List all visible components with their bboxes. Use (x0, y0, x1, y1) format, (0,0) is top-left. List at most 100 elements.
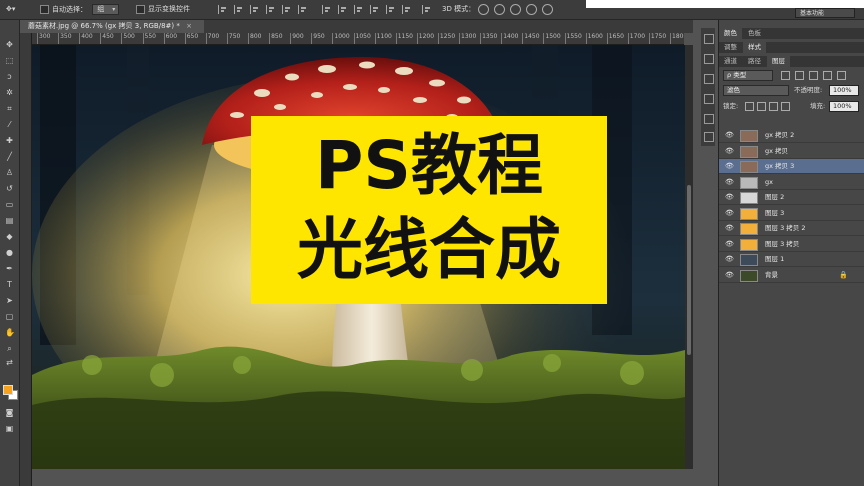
layer-row[interactable]: 👁 图层 3 拷贝 2 (719, 221, 864, 236)
quick-mask-icon[interactable]: ◙ (5, 408, 14, 417)
layer-row[interactable]: 👁 图层 3 (719, 206, 864, 221)
layer-thumbnail[interactable] (740, 130, 758, 142)
layer-thumbnail[interactable] (740, 269, 758, 282)
align-right-icon[interactable] (298, 5, 309, 14)
layer-thumbnail[interactable] (740, 254, 758, 266)
tab-color[interactable]: 颜色 (719, 28, 742, 39)
lock-all-icon[interactable] (781, 102, 790, 111)
lock-pixels-icon[interactable] (757, 102, 766, 111)
filter-adjustment-icon[interactable] (795, 71, 804, 80)
blur-icon[interactable]: ◆ (5, 232, 14, 241)
3d-roll-icon[interactable] (494, 4, 505, 15)
3d-panel-icon[interactable] (704, 132, 714, 142)
magic-wand-icon[interactable]: ✲ (5, 88, 14, 97)
auto-select-checkbox[interactable]: 自动选择： 组 (40, 4, 120, 15)
shape-icon[interactable]: ▢ (5, 312, 14, 321)
zoom-icon[interactable]: ⌕ (5, 344, 14, 353)
gradient-icon[interactable]: ▤ (5, 216, 14, 225)
tab-channels[interactable]: 通道 (719, 56, 742, 67)
layer-thumbnail[interactable] (740, 223, 758, 235)
layer-name[interactable]: 图层 1 (765, 252, 784, 267)
visibility-eye-icon[interactable]: 👁 (725, 132, 734, 139)
vertical-ruler[interactable] (20, 33, 32, 486)
character-panel-icon[interactable] (704, 74, 714, 84)
layer-name[interactable]: 背景 (765, 268, 778, 283)
layer-name[interactable]: 图层 3 (765, 206, 784, 221)
screen-mode-icon[interactable]: ▣ (5, 424, 14, 433)
layer-row[interactable]: 👁 图层 3 拷贝 (719, 237, 864, 252)
history-panel-icon[interactable] (704, 34, 714, 44)
auto-align-icon[interactable] (422, 5, 433, 14)
3d-pan-icon[interactable] (510, 4, 521, 15)
crop-icon[interactable]: ⌗ (5, 104, 14, 113)
tab-styles[interactable]: 样式 (743, 42, 766, 53)
layer-thumbnail[interactable] (740, 176, 758, 189)
dodge-icon[interactable]: ● (5, 248, 14, 257)
align-top-icon[interactable] (218, 5, 229, 14)
eyedropper-icon[interactable]: ⁄ (5, 120, 14, 129)
distribute-hcenter-icon[interactable] (386, 5, 397, 14)
filter-shape-icon[interactable] (823, 71, 832, 80)
align-vcenter-icon[interactable] (234, 5, 245, 14)
layer-name[interactable]: gx 拷贝 2 (765, 128, 794, 143)
eraser-icon[interactable]: ▭ (5, 200, 14, 209)
blend-mode-dropdown[interactable]: 滤色 (723, 85, 789, 96)
lock-position-icon[interactable] (769, 102, 778, 111)
tab-adjustments[interactable]: 调整 (719, 42, 742, 53)
marquee-icon[interactable]: ⬚ (5, 56, 14, 65)
distribute-right-icon[interactable] (402, 5, 413, 14)
visibility-eye-icon[interactable]: 👁 (725, 147, 734, 154)
move-tool-icon[interactable]: ✥▾ (6, 4, 15, 15)
layer-row[interactable]: 👁 gx 拷贝 (719, 144, 864, 159)
distribute-bottom-icon[interactable] (354, 5, 365, 14)
distribute-top-icon[interactable] (322, 5, 333, 14)
layer-row[interactable]: 👁 gx (719, 175, 864, 190)
show-transform-checkbox[interactable]: 显示变换控件 (136, 4, 190, 15)
tab-paths[interactable]: 路径 (743, 56, 766, 67)
swap-colors-icon[interactable]: ⇄ (5, 358, 14, 367)
visibility-eye-icon[interactable]: 👁 (725, 225, 734, 232)
show-transform-check-icon[interactable] (136, 4, 145, 14)
paragraph-panel-icon[interactable] (704, 94, 714, 104)
layer-thumbnail[interactable] (740, 192, 758, 204)
visibility-eye-icon[interactable]: 👁 (725, 178, 734, 185)
lasso-icon[interactable]: ↄ (5, 72, 14, 81)
filter-pixel-icon[interactable] (781, 71, 790, 80)
layer-thumbnail[interactable] (740, 238, 758, 251)
document-canvas[interactable]: PS教程 光线合成 (32, 45, 685, 469)
properties-panel-icon[interactable] (704, 54, 714, 64)
layer-thumbnail[interactable] (740, 161, 758, 173)
layer-name[interactable]: gx (765, 175, 773, 190)
brush-icon[interactable]: ╱ (5, 152, 14, 161)
layer-name[interactable]: 图层 3 拷贝 (765, 237, 799, 252)
pen-icon[interactable]: ✒ (5, 264, 14, 273)
move-icon[interactable]: ✥ (5, 40, 14, 49)
align-left-icon[interactable] (266, 5, 277, 14)
layer-filter-dropdown[interactable]: ρ 类型 (723, 70, 773, 81)
auto-select-check-icon[interactable] (40, 5, 49, 14)
tab-swatches[interactable]: 色板 (743, 28, 766, 39)
layer-name[interactable]: gx 拷贝 (765, 144, 788, 159)
workspace-switcher[interactable]: 基本功能 (795, 8, 855, 18)
layer-row[interactable]: 👁 图层 1 (719, 252, 864, 267)
history-brush-icon[interactable]: ↺ (5, 184, 14, 193)
document-tab[interactable]: 蘑菇素材.jpg @ 66.7% (gx 拷贝 3, RGB/8#) * × (20, 20, 204, 33)
align-bottom-icon[interactable] (250, 5, 261, 14)
filter-smart-icon[interactable] (837, 71, 846, 80)
vertical-scrollbar-thumb[interactable] (687, 185, 691, 355)
fill-input[interactable]: 100% (829, 101, 859, 112)
visibility-eye-icon[interactable]: 👁 (725, 163, 734, 170)
distribute-left-icon[interactable] (370, 5, 381, 14)
distribute-vcenter-icon[interactable] (338, 5, 349, 14)
visibility-eye-icon[interactable]: 👁 (725, 209, 734, 216)
opacity-input[interactable]: 100% (829, 85, 859, 96)
foreground-color-swatch[interactable] (3, 385, 13, 395)
layer-row[interactable]: 👁 gx 拷贝 2 (719, 128, 864, 143)
type-icon[interactable]: T (5, 280, 14, 289)
visibility-eye-icon[interactable]: 👁 (725, 256, 734, 263)
layer-thumbnail[interactable] (740, 207, 758, 220)
lock-transparent-icon[interactable] (745, 102, 754, 111)
layer-row[interactable]: 👁 gx 拷贝 3 (719, 159, 864, 174)
info-panel-icon[interactable] (704, 114, 714, 124)
layer-row[interactable]: 👁 背景 🔒 (719, 268, 864, 283)
